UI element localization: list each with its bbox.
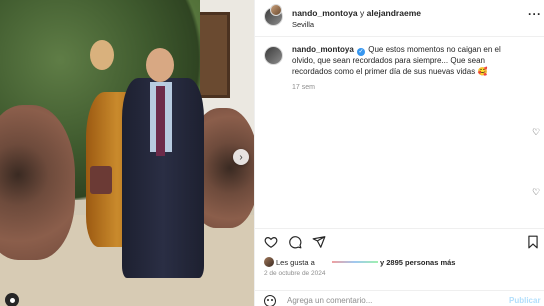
photo-pot-left bbox=[0, 105, 75, 260]
redacted-username bbox=[332, 261, 378, 263]
avatar bbox=[264, 257, 274, 267]
post-details-pane: nando_montoya y alejandraeme Sevilla ···… bbox=[254, 0, 544, 306]
more-horizontal-icon[interactable]: ··· bbox=[528, 8, 542, 20]
user-tag-icon bbox=[9, 297, 15, 303]
comment-box: Publicar bbox=[255, 290, 544, 306]
post-authors: nando_montoya y alejandraeme bbox=[292, 8, 421, 18]
emoji-icon[interactable] bbox=[264, 295, 276, 306]
publish-button[interactable]: Publicar bbox=[509, 296, 541, 305]
author-link[interactable]: nando_montoya bbox=[292, 8, 358, 18]
comment-icon[interactable] bbox=[288, 235, 302, 249]
verified-badge-icon: ✓ bbox=[357, 48, 366, 56]
likes-summary[interactable]: Les gusta a y 2895 personas más bbox=[264, 256, 544, 268]
post-photo[interactable]: › bbox=[0, 0, 254, 306]
tagged-users-button[interactable] bbox=[5, 293, 19, 306]
location-link[interactable]: Sevilla bbox=[292, 20, 314, 29]
post-date[interactable]: 2 de octubre de 2024 bbox=[264, 270, 325, 277]
photo-window bbox=[196, 12, 230, 98]
likes-count[interactable]: y 2895 personas más bbox=[380, 258, 455, 267]
next-photo-button[interactable]: › bbox=[233, 149, 249, 165]
caption-text: nando_montoya ✓ Que estos momentos no ca… bbox=[292, 45, 522, 77]
chevron-right-icon: › bbox=[239, 151, 243, 163]
comment-input[interactable] bbox=[287, 294, 497, 306]
bookmark-icon[interactable] bbox=[526, 235, 540, 249]
post-header: nando_montoya y alejandraeme Sevilla ··· bbox=[255, 0, 544, 37]
heart-icon[interactable] bbox=[264, 235, 278, 249]
avatar[interactable] bbox=[264, 46, 283, 65]
comment-like-heart-icon[interactable]: ♡ bbox=[532, 127, 540, 138]
likes-prefix: Les gusta a bbox=[276, 258, 315, 267]
authors-connector: y bbox=[357, 8, 367, 18]
share-icon[interactable] bbox=[312, 235, 326, 249]
caption-username[interactable]: nando_montoya bbox=[292, 45, 354, 54]
coauthor-link[interactable]: alejandraeme bbox=[367, 8, 421, 18]
photo-man-head bbox=[146, 48, 174, 82]
photo-clutch bbox=[90, 166, 112, 194]
avatar-secondary[interactable] bbox=[270, 4, 282, 16]
photo-woman-head bbox=[90, 40, 114, 70]
caption-emoji: 🥰 bbox=[477, 66, 488, 76]
caption-timestamp[interactable]: 17 sem bbox=[292, 84, 315, 91]
comment-like-heart-icon[interactable]: ♡ bbox=[532, 187, 540, 198]
photo-man-tie bbox=[156, 86, 165, 156]
post-actions bbox=[255, 228, 544, 254]
